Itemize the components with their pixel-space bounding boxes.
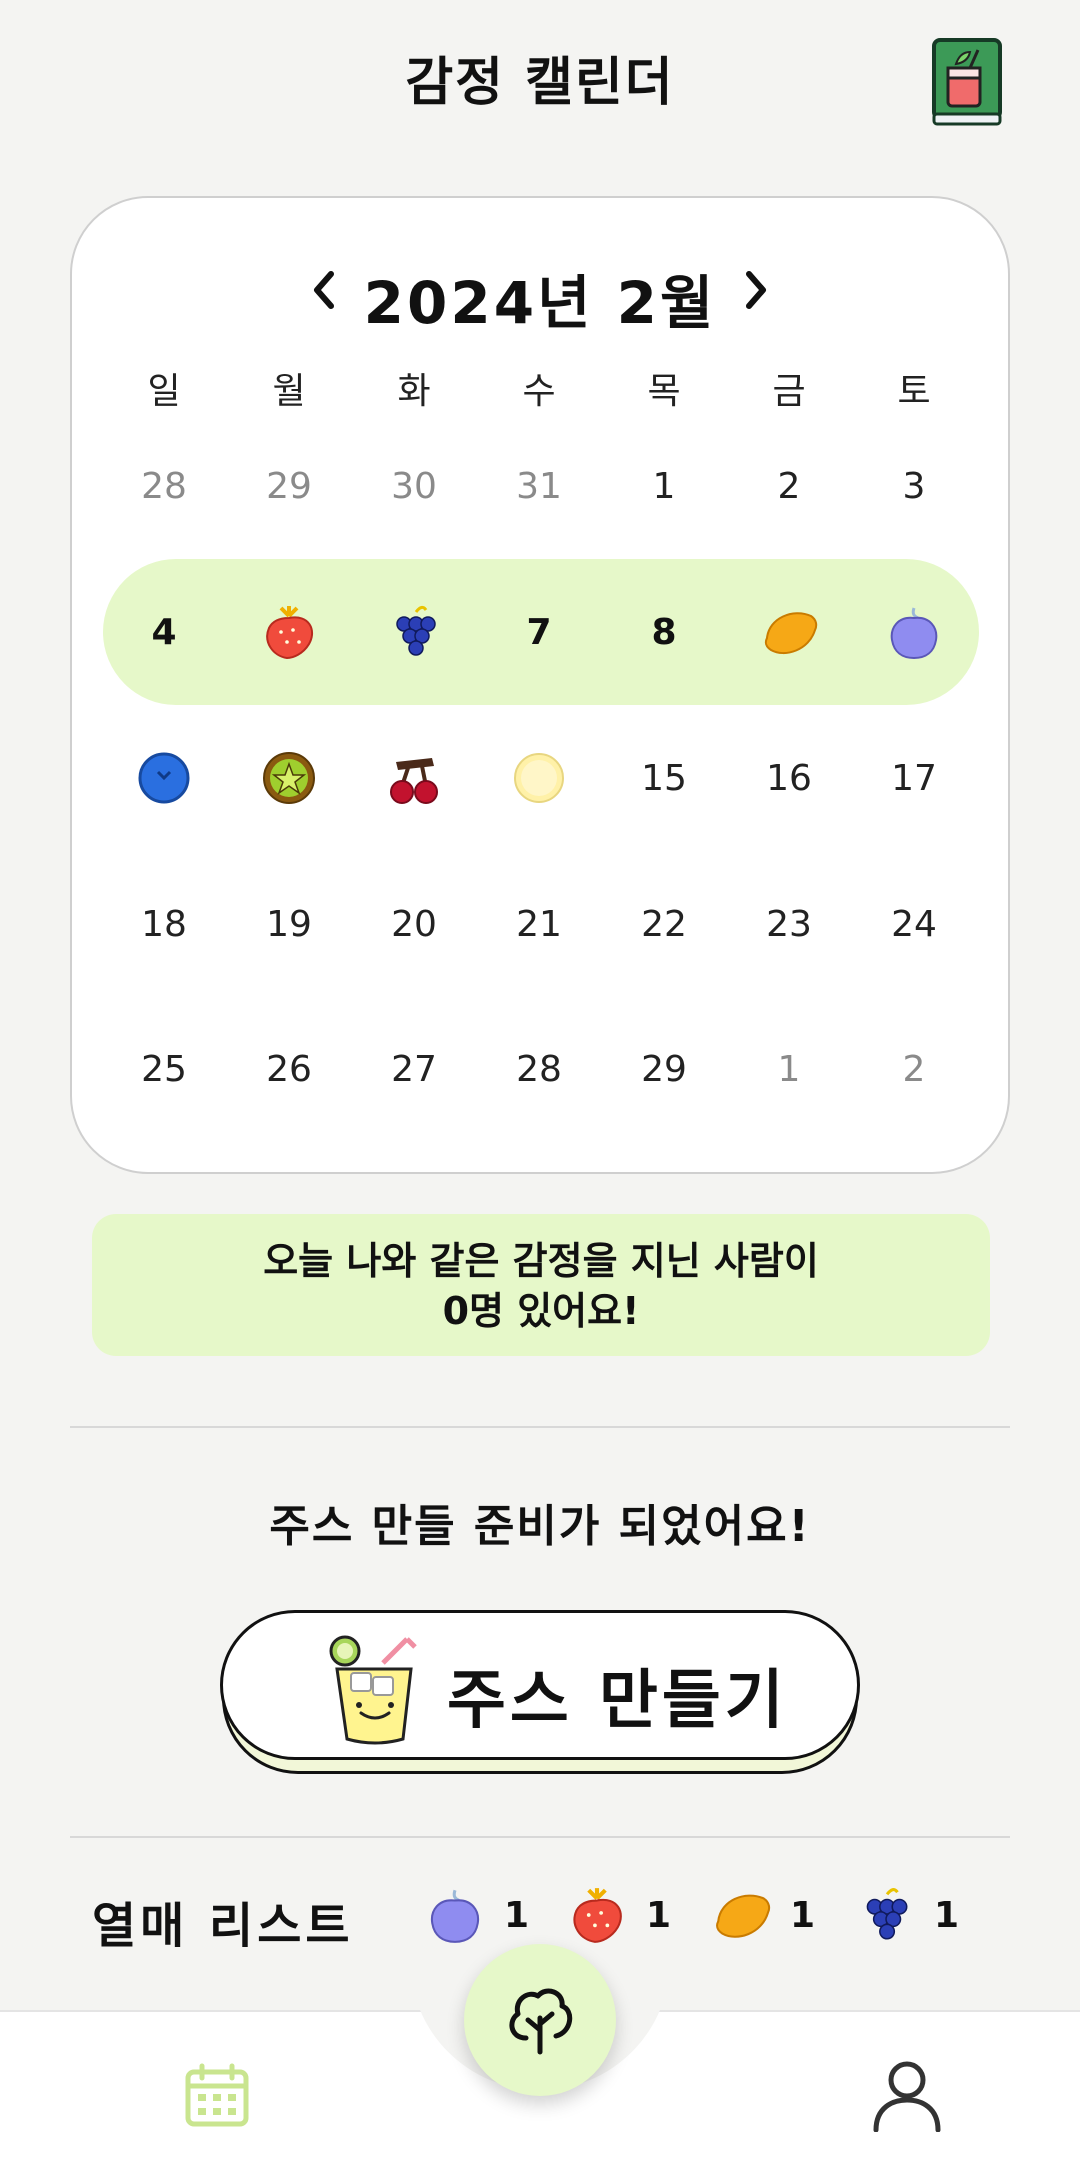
divider	[70, 1426, 1010, 1428]
calendar-day[interactable]: 18	[109, 869, 219, 979]
calendar-day[interactable]: 7	[484, 577, 594, 687]
calendar-day[interactable]: 26	[234, 1014, 344, 1124]
weekday-label: 수	[522, 371, 556, 412]
plum-icon	[430, 1889, 480, 1943]
weekday-label: 금	[772, 371, 806, 412]
weekday-label: 목	[647, 371, 681, 412]
fruit-list-title: 열매 리스트	[92, 1898, 354, 1954]
profile-icon[interactable]	[870, 2058, 944, 2132]
blueberry-icon	[138, 752, 190, 804]
calendar-day[interactable]: 28	[484, 1014, 594, 1124]
calendar-day[interactable]: 19	[234, 869, 344, 979]
calendar-day-fruit[interactable]	[484, 723, 594, 833]
plum-icon	[890, 607, 938, 660]
calendar-day[interactable]: 20	[359, 869, 469, 979]
strawberry-icon	[266, 606, 314, 660]
make-juice-label: 주스 만들기	[447, 1664, 788, 1738]
strawberry-icon	[573, 1888, 622, 1943]
next-month-button[interactable]	[728, 262, 784, 318]
divider	[70, 1836, 1010, 1838]
calendar-day[interactable]: 2	[859, 1014, 969, 1124]
calendar-day[interactable]: 24	[859, 869, 969, 979]
calendar-day[interactable]: 1	[734, 1014, 844, 1124]
calendar-icon[interactable]	[184, 2062, 250, 2128]
calendar-day[interactable]: 16	[734, 723, 844, 833]
weekday-label: 화	[397, 371, 431, 412]
calendar-day[interactable]: 3	[859, 431, 969, 541]
grape-icon	[866, 1888, 908, 1940]
calendar-day-fruit[interactable]	[734, 577, 844, 687]
fruit-list-item[interactable]: 1	[424, 1880, 529, 1950]
calendar-day[interactable]: 15	[609, 723, 719, 833]
calendar-day[interactable]: 21	[484, 869, 594, 979]
fruit-list-item[interactable]: 1	[710, 1880, 815, 1950]
juice-ready-text: 주스 만들 준비가 되었어요!	[269, 1501, 811, 1552]
grape-icon	[396, 605, 436, 656]
calendar-day[interactable]: 29	[234, 431, 344, 541]
fruit-count: 1	[646, 1894, 672, 1936]
cherry-icon	[390, 758, 438, 804]
tree-nav-button[interactable]	[464, 1944, 616, 2096]
calendar-day[interactable]: 27	[359, 1014, 469, 1124]
calendar-day[interactable]: 31	[484, 431, 594, 541]
calendar-day[interactable]: 8	[609, 577, 719, 687]
calendar-day[interactable]: 17	[859, 723, 969, 833]
weekday-label: 일	[147, 371, 181, 412]
calendar-day-fruit[interactable]	[234, 723, 344, 833]
weekday-label: 월	[272, 371, 306, 412]
calendar-day[interactable]: 4	[109, 577, 219, 687]
lemonade-cup-icon	[329, 1635, 417, 1745]
emotion-share-banner: 오늘 나와 같은 감정을 지닌 사람이 0명 있어요!	[92, 1214, 990, 1356]
calendar-day[interactable]: 2	[734, 431, 844, 541]
calendar-day[interactable]: 28	[109, 431, 219, 541]
calendar-day-fruit[interactable]	[234, 577, 344, 687]
emotion-share-line2: 0명 있어요!	[442, 1289, 640, 1333]
chevron-right-icon	[746, 271, 766, 309]
calendar-day[interactable]: 29	[609, 1014, 719, 1124]
calendar-day[interactable]: 23	[734, 869, 844, 979]
page-title: 감정 캘린더	[405, 53, 675, 113]
calendar-day-fruit[interactable]	[359, 723, 469, 833]
fruit-list-item[interactable]: 1	[854, 1880, 959, 1950]
calendar-day-fruit[interactable]	[859, 577, 969, 687]
calendar-day[interactable]: 25	[109, 1014, 219, 1124]
calendar-day[interactable]: 30	[359, 431, 469, 541]
fruit-list-item[interactable]: 1	[566, 1880, 671, 1950]
kiwi-icon	[263, 752, 315, 804]
month-selector: 2024년 2월	[70, 250, 1010, 337]
month-label: 2024년 2월	[363, 269, 717, 337]
weekday-label: 토	[897, 371, 931, 412]
lemon-icon	[764, 612, 818, 655]
make-juice-button[interactable]: 주스 만들기	[220, 1610, 860, 1760]
calendar-day[interactable]: 22	[609, 869, 719, 979]
lemon-icon	[716, 1894, 771, 1938]
emotion-share-line1: 오늘 나와 같은 감정을 지닌 사람이	[263, 1239, 819, 1283]
fruit-count: 1	[934, 1894, 960, 1936]
calendar-day-fruit[interactable]	[109, 723, 219, 833]
calendar-day-fruit[interactable]	[359, 577, 469, 687]
fruit-count: 1	[790, 1894, 816, 1936]
tree-icon	[509, 1988, 573, 2055]
fruit-count: 1	[504, 1894, 530, 1936]
juice-recipe-book-icon[interactable]	[930, 36, 1004, 128]
pear-icon	[514, 753, 564, 803]
calendar-day[interactable]: 1	[609, 431, 719, 541]
